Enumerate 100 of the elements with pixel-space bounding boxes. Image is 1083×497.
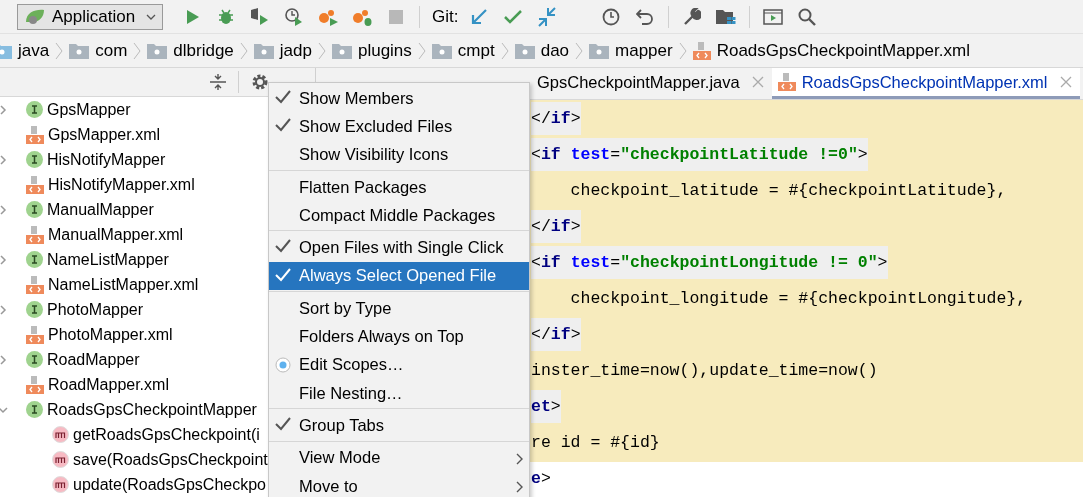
tree-item[interactable]: RoadsGpsCheckpointMapper (47, 400, 257, 419)
breadcrumb-label: cmpt (457, 40, 495, 61)
xml-file-icon (26, 275, 44, 294)
chevron-right-icon (417, 41, 426, 60)
interface-icon (26, 151, 43, 168)
tree-item[interactable]: update(RoadsGpsCheckpo (73, 475, 266, 494)
chevron-right-icon (239, 41, 248, 60)
code-line: inster_time=now(),update_time=now() (531, 359, 878, 382)
xml-file-icon (26, 125, 44, 144)
close-icon[interactable] (751, 76, 764, 88)
chevron-right-icon (500, 41, 509, 60)
code-line: e> (531, 467, 551, 490)
interface-icon (26, 301, 43, 318)
menu-item[interactable]: File Nesting… (269, 378, 529, 408)
tree-item[interactable]: getRoadsGpsCheckpoint(i (73, 425, 260, 444)
folder-icon (514, 42, 535, 59)
menu-item[interactable]: Show Excluded Files (269, 112, 529, 141)
menu-item[interactable]: Move to (269, 471, 529, 497)
interface-icon (26, 251, 43, 268)
breadcrumb-label: dao (540, 40, 570, 61)
menu-item[interactable]: Folders Always on Top (269, 322, 529, 351)
settings-icon[interactable] (251, 73, 269, 91)
breadcrumb-label: mapper (615, 40, 673, 61)
breadcrumb-item[interactable]: dlbridge (147, 40, 234, 61)
editor-tab[interactable]: GpsCheckpointMapper.java (531, 68, 772, 99)
menu-item[interactable]: Flatten Packages (269, 172, 529, 202)
close-icon[interactable] (1059, 76, 1072, 88)
breadcrumb-label: jadp (279, 40, 312, 61)
folder-icon (589, 42, 610, 59)
menu-item[interactable]: Group Tabs (269, 411, 529, 440)
tree-item[interactable]: HisNotifyMapper.xml (48, 175, 195, 194)
menu-item[interactable]: Edit Scopes… (269, 350, 529, 379)
chevron-right-icon (516, 480, 523, 493)
chevron-right-icon (133, 41, 142, 60)
search-icon[interactable] (798, 7, 817, 26)
breadcrumb-item[interactable]: mapper (589, 40, 673, 61)
history-icon[interactable] (602, 7, 621, 26)
folder-icon (69, 42, 90, 59)
code-line: checkpoint_longitude = #{checkpointLongitude}, (569, 287, 1027, 310)
interface-icon (26, 201, 43, 218)
tree-item[interactable]: NameListMapper.xml (48, 275, 199, 294)
collapse-all-icon[interactable] (210, 73, 226, 91)
method-icon (52, 451, 69, 468)
xml-file-icon (26, 225, 44, 244)
breadcrumb-item[interactable]: jadp (253, 40, 312, 61)
menu-item[interactable]: View Mode (269, 443, 529, 472)
clock-run-icon[interactable] (284, 6, 304, 27)
tree-item[interactable]: save(RoadsGpsCheckpoint (73, 450, 268, 469)
arrow-down-left-icon[interactable] (470, 7, 489, 26)
shield-run-icon[interactable] (250, 7, 270, 26)
chevron-right-icon (317, 41, 326, 60)
tree-item[interactable]: NameListMapper (47, 250, 169, 269)
tree-item[interactable]: PhotoMapper (47, 300, 144, 319)
folder-grid-icon[interactable] (716, 7, 737, 26)
code-line: checkpoint_latitude = #{checkpointLatitude}, (569, 179, 1007, 202)
folder-icon (253, 42, 274, 59)
breadcrumb-item[interactable]: cmpt (431, 40, 495, 61)
xml-file-icon (26, 325, 44, 344)
method-icon (52, 426, 69, 443)
run-window-icon[interactable] (763, 8, 784, 25)
method-icon (52, 476, 69, 493)
run-configuration-dropdown[interactable]: Application (17, 3, 163, 30)
menu-item[interactable]: Show Visibility Icons (269, 140, 529, 169)
run-icon[interactable] (184, 8, 200, 25)
interface-icon (26, 101, 43, 118)
chevron-right-icon (516, 452, 523, 465)
chevron-right-icon (55, 41, 64, 60)
folder-icon (331, 42, 352, 59)
xml-file-icon (692, 41, 711, 60)
breadcrumb-item[interactable]: java (0, 40, 50, 61)
wrench-icon[interactable] (683, 7, 702, 26)
tree-item[interactable]: ManualMapper (47, 200, 154, 219)
menu-item[interactable]: Compact Middle Packages (269, 201, 529, 230)
checkmark-icon[interactable] (504, 8, 523, 25)
menu-item[interactable]: Always Select Opened File (269, 261, 529, 291)
breadcrumb-item[interactable]: plugins (331, 40, 412, 61)
merge-arrows-icon[interactable] (537, 6, 558, 27)
leaf-icon (24, 7, 46, 26)
menu-item[interactable]: Show Members (269, 84, 529, 113)
breadcrumb-item[interactable]: dao (514, 40, 570, 61)
tree-item[interactable]: PhotoMapper.xml (48, 325, 173, 344)
tree-item[interactable]: ManualMapper.xml (48, 225, 184, 244)
tree-item[interactable]: GpsMapper (47, 100, 131, 119)
stop-icon[interactable] (389, 9, 403, 24)
tree-item[interactable]: RoadMapper.xml (48, 375, 169, 394)
menu-item[interactable]: Sort by Type (269, 294, 529, 323)
folder-icon (147, 42, 168, 59)
breadcrumb-item[interactable]: com (69, 40, 128, 61)
editor-tab[interactable]: RoadsGpsCheckpointMapper.xml (771, 68, 1080, 99)
undo-icon[interactable] (636, 8, 655, 25)
breadcrumb-label: java (18, 40, 50, 61)
interface-icon (26, 351, 43, 368)
folder-icon (431, 42, 452, 59)
tree-item[interactable]: RoadMapper (47, 350, 140, 369)
tree-item[interactable]: HisNotifyMapper (47, 150, 166, 169)
chevron-down-icon (146, 13, 156, 20)
tree-item[interactable]: GpsMapper.xml (48, 125, 161, 144)
menu-item[interactable]: Open Files with Single Click (269, 233, 529, 262)
bug-icon[interactable] (217, 7, 235, 26)
chevron-right-icon (575, 41, 584, 60)
